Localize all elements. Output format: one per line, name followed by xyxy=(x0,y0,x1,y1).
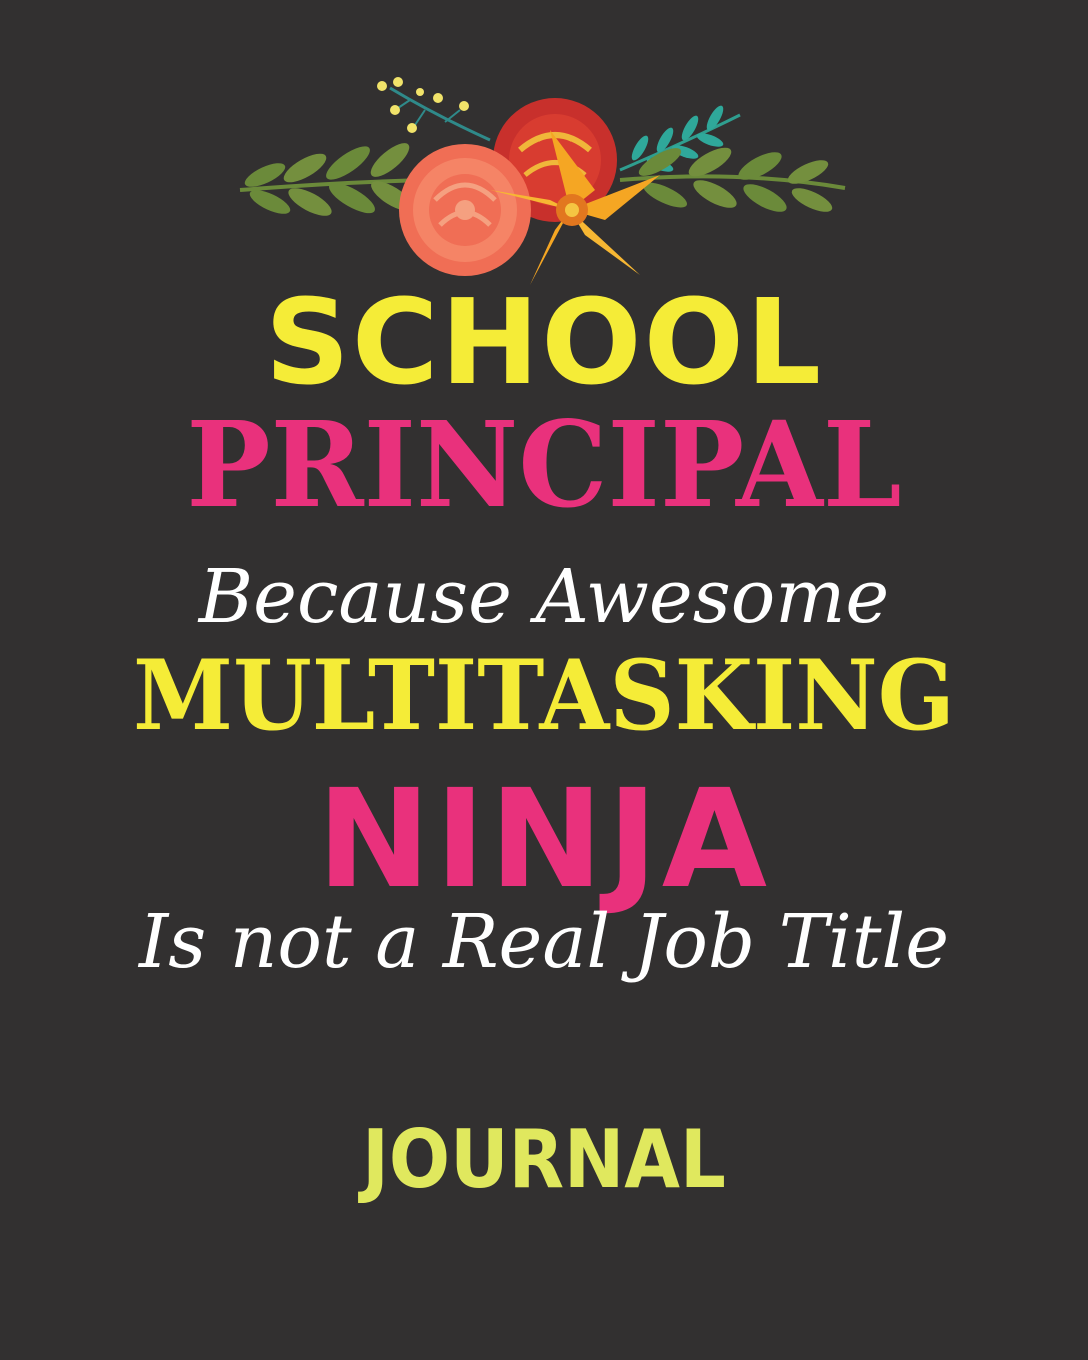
title-line-school: SCHOOL xyxy=(264,273,824,411)
journal-label: JOURNAL xyxy=(362,1113,726,1206)
title-line-ninja: NINJA xyxy=(316,761,772,919)
title-line-multitasking: MULTITASKING xyxy=(133,639,955,752)
right-leaf-branch xyxy=(619,105,846,212)
script-line-job-title: Is not a Real Job Title xyxy=(139,899,949,985)
script-line-because-awesome: Because Awesome xyxy=(198,554,890,640)
berry-sprig xyxy=(377,77,491,142)
floral-bouquet-icon xyxy=(239,77,846,285)
title-line-principal: PRINCIPAL xyxy=(186,396,902,535)
journal-cover: SCHOOL PRINCIPAL Because Awesome MULTITA… xyxy=(0,0,1088,1360)
coral-peony xyxy=(399,144,531,276)
